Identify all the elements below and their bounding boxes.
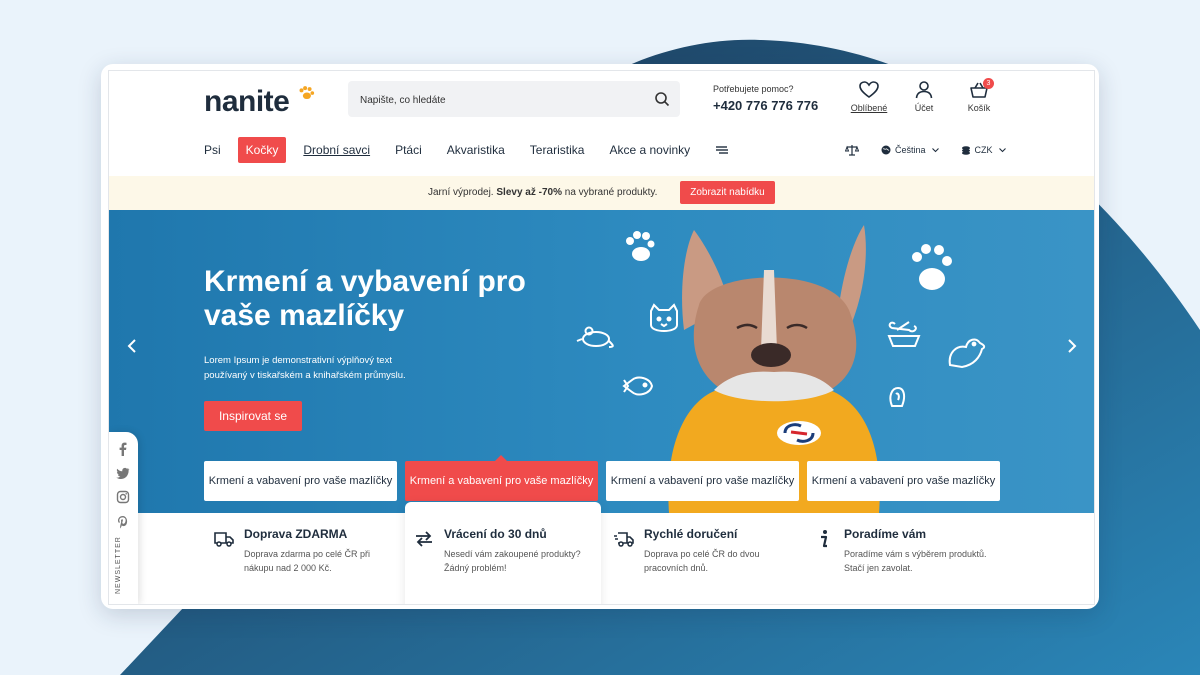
truck-icon (214, 532, 234, 547)
language-select[interactable]: Čeština (881, 145, 943, 155)
nav-item-akvaristika[interactable]: Akvaristika (447, 137, 505, 163)
hero-banner: Krmení a vybavení pro vaše mazlíčky Lore… (109, 210, 1094, 513)
search-icon[interactable] (654, 91, 670, 107)
currency-select[interactable]: CZK (961, 145, 1010, 155)
promo-text-start: Jarní výprodej. (428, 187, 497, 198)
scales-icon (845, 145, 859, 156)
compare-button[interactable] (845, 144, 863, 156)
paw-icon (912, 244, 952, 290)
main-nav: Psi Kočky Drobní savci Ptáci Akvaristika… (204, 137, 729, 163)
user-icon (915, 81, 933, 99)
feature-text: Doprava zdarma po celé ČR při nákupu nad… (244, 549, 371, 573)
hero-title: Krmení a vybavení pro vaše mazlíčky (204, 265, 526, 332)
rodent-ear-icon (889, 386, 906, 407)
chevron-right-icon[interactable] (1061, 336, 1081, 356)
search-bar (348, 81, 680, 119)
bird-icon (948, 338, 986, 369)
nav-item-drobni-savci[interactable]: Drobní savci (303, 137, 370, 163)
chevron-down-icon (998, 147, 1006, 152)
nav-item-teraristika[interactable]: Teraristika (530, 137, 585, 163)
social-sidebar: NEWSLETTER (109, 432, 138, 604)
promo-text: Jarní výprodej. Slevy až -70% na vybrané… (428, 187, 657, 198)
show-offer-button[interactable]: Zobrazit nabídku (680, 181, 775, 204)
promo-text-end: na vybrané produkty. (561, 187, 658, 198)
logo[interactable]: nanite (204, 85, 290, 119)
paw-logo-icon (299, 86, 315, 100)
fish-icon (622, 376, 654, 396)
info-icon (821, 530, 828, 548)
utility-nav: Čeština CZK (845, 137, 1028, 163)
browser-frame: nanite Potřebujete pomoc? +420 776 776 7… (101, 64, 1099, 609)
promo-text-bold: Slevy až -70% (496, 187, 562, 198)
newsletter-link[interactable]: NEWSLETTER (115, 534, 122, 594)
search-input[interactable] (358, 81, 642, 119)
nav-item-akce-a-novinky[interactable]: Akce a novinky (609, 137, 690, 163)
help-phone[interactable]: +420 776 776 776 (713, 98, 818, 113)
help-label: Potřebujete pomoc? (713, 84, 794, 94)
hero-category-tabs: Krmení a vabavení pro vaše mazlíčky Krme… (204, 455, 1008, 501)
feature-title: Poradíme vám (844, 527, 927, 541)
currency-label: CZK (974, 145, 993, 155)
cat-icon (650, 303, 678, 332)
hero-tab-2[interactable]: Krmení a vabavení pro vaše mazlíčky (405, 455, 598, 501)
menu-icon[interactable] (715, 145, 729, 155)
feature-text: Poradíme vám s výběrem produktů. Stačí j… (844, 549, 987, 573)
nav-item-psi[interactable]: Psi (204, 137, 221, 163)
cart-label: Košík (967, 103, 991, 113)
hero-tab-3[interactable]: Krmení a vabavení pro vaše mazlíčky (606, 461, 799, 501)
instagram-icon[interactable] (116, 490, 130, 504)
language-label: Čeština (895, 145, 926, 155)
twitter-icon[interactable] (116, 466, 130, 480)
facebook-icon[interactable] (116, 442, 130, 456)
hero-tab-4[interactable]: Krmení a vabavení pro vaše mazlíčky (807, 461, 1000, 501)
chevron-down-icon (931, 147, 939, 152)
account-button[interactable]: Účet (899, 81, 949, 113)
paw-icon (626, 231, 655, 261)
inspire-button[interactable]: Inspirovat se (204, 401, 302, 431)
promo-bar: Jarní výprodej. Slevy až -70% na vybrané… (109, 176, 1094, 210)
feature-title: Rychlé doručení (644, 527, 738, 541)
hero-tab-1[interactable]: Krmení a vabavení pro vaše mazlíčky (204, 461, 397, 501)
favorites-button[interactable]: Oblíbené (844, 81, 894, 113)
favorites-label: Oblíbené (850, 103, 888, 113)
cart-button[interactable]: 3 Košík (954, 78, 1004, 113)
feature-title: Doprava ZDARMA (244, 527, 348, 541)
feature-text: Nesedí vám zakoupené produkty? Žádný pro… (444, 549, 581, 573)
globe-icon (881, 145, 891, 155)
web-page: nanite Potřebujete pomoc? +420 776 776 7… (108, 70, 1095, 605)
coins-icon (961, 146, 970, 155)
chevron-left-icon[interactable] (123, 336, 143, 356)
feature-title: Vrácení do 30 dnů (444, 527, 547, 541)
account-label: Účet (914, 103, 934, 113)
hero-subtitle: Lorem Ipsum je demonstrativní výplňový t… (204, 355, 406, 381)
nav-item-kocky[interactable]: Kočky (237, 137, 287, 163)
bowl-bone-icon (887, 321, 921, 347)
feature-text: Doprava po celé ČR do dvou pracovních dn… (644, 549, 760, 573)
cart-count-badge: 3 (983, 78, 994, 89)
pinterest-icon[interactable] (116, 515, 130, 529)
fast-truck-icon (614, 532, 634, 547)
exchange-icon (416, 531, 432, 547)
nav-item-ptaci[interactable]: Ptáci (395, 137, 422, 163)
heart-icon (859, 81, 879, 98)
mouse-icon (576, 326, 614, 348)
